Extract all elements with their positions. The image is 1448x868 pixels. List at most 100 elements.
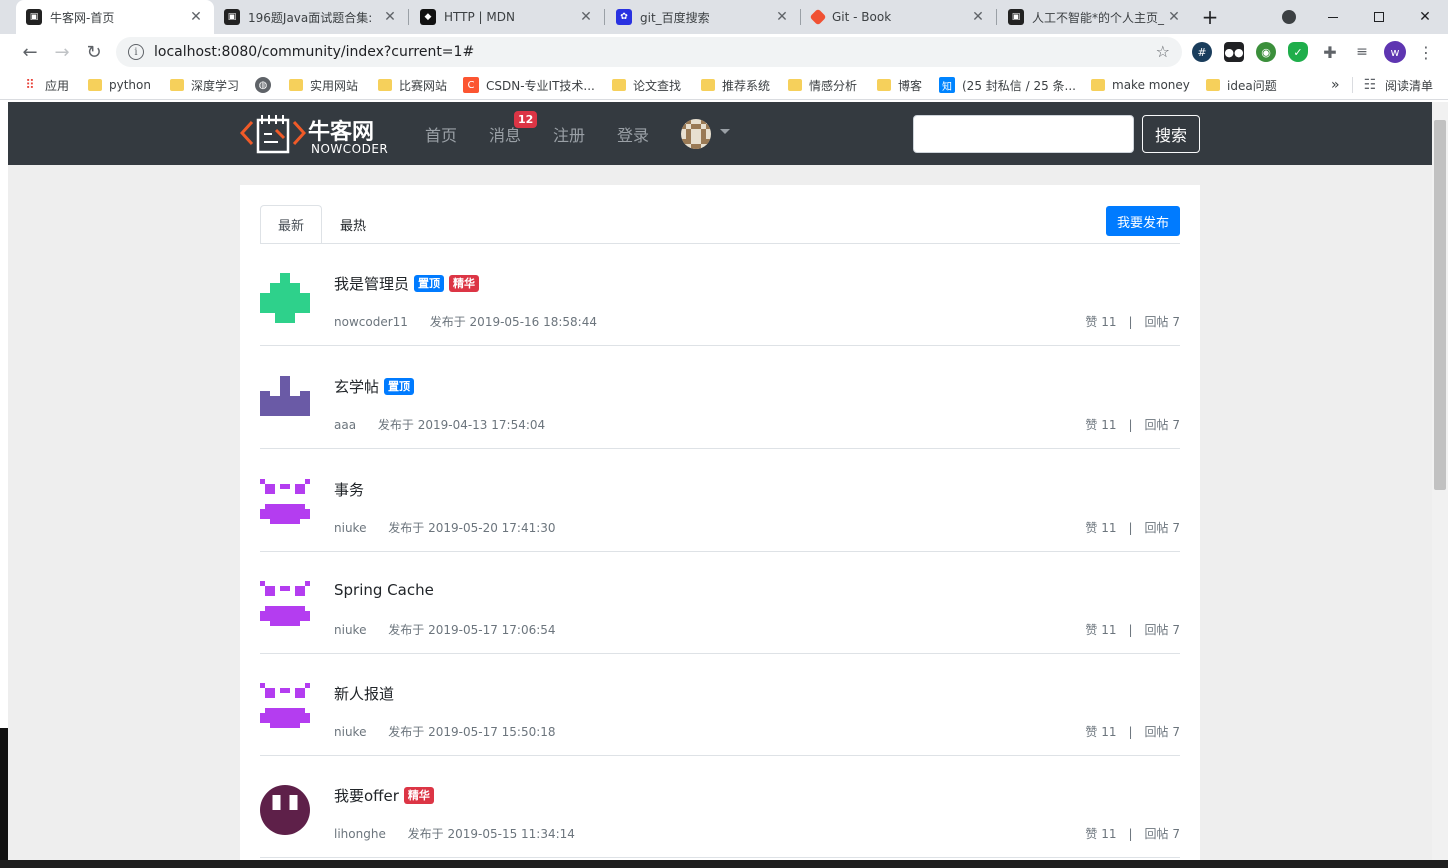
user-avatar[interactable]	[681, 119, 711, 149]
tab-title: HTTP | MDN	[444, 10, 515, 24]
bookmark-folder-papers[interactable]: 论文查找	[612, 76, 681, 94]
nav-login-link[interactable]: 登录	[617, 122, 649, 146]
address-bar[interactable]: i localhost:8080/community/index?current…	[116, 37, 1182, 67]
tab-hottest[interactable]: 最热	[330, 205, 376, 244]
new-tab-button[interactable]: +	[1188, 0, 1232, 34]
post-title[interactable]: 我要offer 精华	[334, 785, 434, 806]
minimize-button[interactable]	[1310, 0, 1356, 34]
post-title[interactable]: 玄学帖 置顶	[334, 376, 415, 397]
bookmark-zhihu[interactable]: 知 (25 封私信 / 25 条...	[939, 76, 1076, 94]
media-control-icon[interactable]: ≡	[1352, 42, 1372, 62]
post-title-text[interactable]: 事务	[334, 479, 364, 500]
browser-menu-icon[interactable]: ⋮	[1416, 42, 1436, 62]
post-title-text[interactable]: 我是管理员	[334, 273, 409, 294]
user-identicon-icon	[681, 119, 711, 149]
post-item[interactable]: 我要offer 精华 lihonghe 发布于 2019-05-15 11:34…	[260, 755, 1180, 858]
shield-extension-icon[interactable]: ✓	[1288, 42, 1308, 62]
browser-tab-java[interactable]: ▣ 196题Java面试题合集: ✕	[214, 0, 408, 34]
reload-button[interactable]: ↻	[80, 38, 108, 66]
browser-tab-profile[interactable]: ▣ 人工不智能*的个人主页_ ✕	[998, 0, 1192, 34]
publish-post-button[interactable]: 我要发布	[1106, 206, 1180, 236]
bookmark-globe[interactable]: ◍	[255, 76, 278, 94]
post-author[interactable]: lihonghe	[334, 827, 386, 841]
nowcoder-logo[interactable]: 牛客网 NOWCODER	[239, 110, 390, 158]
browser-tab-baidu[interactable]: ✿ git_百度搜索 ✕	[606, 0, 800, 34]
post-title-text[interactable]: 玄学帖	[334, 376, 379, 397]
post-item[interactable]: Spring Cache niuke 发布于 2019-05-17 17:06:…	[260, 551, 1180, 654]
bookmark-apps[interactable]: ⠿ 应用	[22, 76, 69, 94]
reply-count: 回帖 7	[1144, 521, 1180, 535]
tampermonkey-extension-icon[interactable]: ●●	[1224, 42, 1244, 62]
bookmark-folder-blog[interactable]: 博客	[877, 76, 922, 94]
post-author[interactable]: nowcoder11	[334, 315, 408, 329]
post-title-text[interactable]: 新人报道	[334, 683, 394, 704]
tab-latest[interactable]: 最新	[260, 205, 322, 244]
extensions-puzzle-icon[interactable]: ✚	[1320, 42, 1340, 62]
post-title-text[interactable]: 我要offer	[334, 785, 399, 806]
back-button[interactable]: ←	[16, 38, 44, 66]
address-url[interactable]: localhost:8080/community/index?current=1…	[154, 44, 474, 60]
browser-tab-mdn[interactable]: ◆ HTTP | MDN ✕	[410, 0, 604, 34]
nav-home-link[interactable]: 首页	[425, 122, 457, 146]
close-tab-icon[interactable]: ✕	[578, 9, 594, 25]
close-tab-icon[interactable]: ✕	[970, 9, 986, 25]
tab-search-button[interactable]	[1266, 0, 1312, 34]
author-avatar[interactable]	[260, 273, 310, 323]
tab-separator	[996, 9, 997, 25]
site-info-icon[interactable]: i	[128, 44, 144, 60]
hash-extension-icon[interactable]: #	[1192, 42, 1212, 62]
featured-badge: 精华	[403, 787, 434, 804]
nav-register-link[interactable]: 注册	[553, 122, 585, 146]
post-item[interactable]: 新人报道 niuke 发布于 2019-05-17 15:50:18 赞 11 |…	[260, 653, 1180, 756]
tab-title: Git - Book	[832, 10, 892, 24]
bookmark-folder-competitions[interactable]: 比赛网站	[378, 76, 447, 94]
page-scrollbar-thumb[interactable]	[1434, 120, 1446, 490]
close-tab-icon[interactable]: ✕	[1166, 9, 1182, 25]
post-author[interactable]: niuke	[334, 725, 366, 739]
restore-button[interactable]	[1356, 0, 1402, 34]
search-input[interactable]	[913, 115, 1134, 153]
author-avatar[interactable]	[260, 785, 310, 835]
reading-list-button[interactable]: ☷ 阅读清单	[1362, 76, 1433, 94]
bookmark-folder-python[interactable]: python	[88, 76, 151, 94]
bookmark-folder-useful-sites[interactable]: 实用网站	[289, 76, 358, 94]
author-avatar[interactable]	[260, 683, 310, 733]
bookmark-folder-deep-learning[interactable]: 深度学习	[170, 76, 239, 94]
author-avatar[interactable]	[260, 581, 310, 631]
post-title[interactable]: Spring Cache	[334, 581, 434, 599]
post-author[interactable]: niuke	[334, 521, 366, 535]
search-button[interactable]: 搜索	[1142, 115, 1200, 153]
post-title-text[interactable]: Spring Cache	[334, 581, 434, 599]
profile-avatar[interactable]: w	[1384, 41, 1406, 63]
browser-tab-nowcoder[interactable]: ▣ 牛客网-首页 ✕	[16, 0, 214, 34]
close-tab-icon[interactable]: ✕	[774, 9, 790, 25]
forward-button[interactable]: →	[48, 38, 76, 66]
close-tab-icon[interactable]: ✕	[382, 9, 398, 25]
baidu-paw-icon: ✿	[616, 9, 632, 25]
bookmark-folder-idea[interactable]: idea问题	[1206, 76, 1277, 94]
post-author[interactable]: aaa	[334, 418, 356, 432]
stats-separator: |	[1128, 521, 1133, 535]
bookmark-folder-make-money[interactable]: make money	[1091, 76, 1190, 94]
user-menu-caret-icon[interactable]	[720, 129, 730, 134]
bookmark-star-icon[interactable]: ☆	[1156, 42, 1170, 61]
post-item[interactable]: 玄学帖 置顶 aaa 发布于 2019-04-13 17:54:04 赞 11 |…	[260, 346, 1180, 449]
browser-tab-git-book[interactable]: Git - Book ✕	[802, 0, 996, 34]
bookmark-folder-recsys[interactable]: 推荐系统	[701, 76, 770, 94]
author-avatar[interactable]	[260, 479, 310, 529]
bookmark-csdn[interactable]: C CSDN-专业IT技术...	[463, 76, 595, 94]
bookmark-folder-sentiment[interactable]: 情感分析	[788, 76, 857, 94]
close-window-button[interactable]: ✕	[1402, 0, 1448, 34]
post-title[interactable]: 新人报道	[334, 683, 394, 704]
more-bookmarks-button[interactable]: »	[1331, 76, 1340, 94]
close-tab-icon[interactable]: ✕	[188, 9, 204, 25]
author-avatar[interactable]	[260, 376, 310, 426]
reading-list-icon: ☷	[1363, 77, 1377, 93]
post-title[interactable]: 我是管理员 置顶 精华	[334, 273, 480, 294]
post-item[interactable]: 我是管理员 置顶 精华 nowcoder11 发布于 2019-05-16 18…	[260, 243, 1180, 346]
restore-icon	[1374, 12, 1384, 22]
post-author[interactable]: niuke	[334, 623, 366, 637]
globe-extension-icon[interactable]: ◉	[1256, 42, 1276, 62]
post-item[interactable]: 事务 niuke 发布于 2019-05-20 17:41:30 赞 11 | 回帖…	[260, 449, 1180, 552]
post-title[interactable]: 事务	[334, 479, 364, 500]
